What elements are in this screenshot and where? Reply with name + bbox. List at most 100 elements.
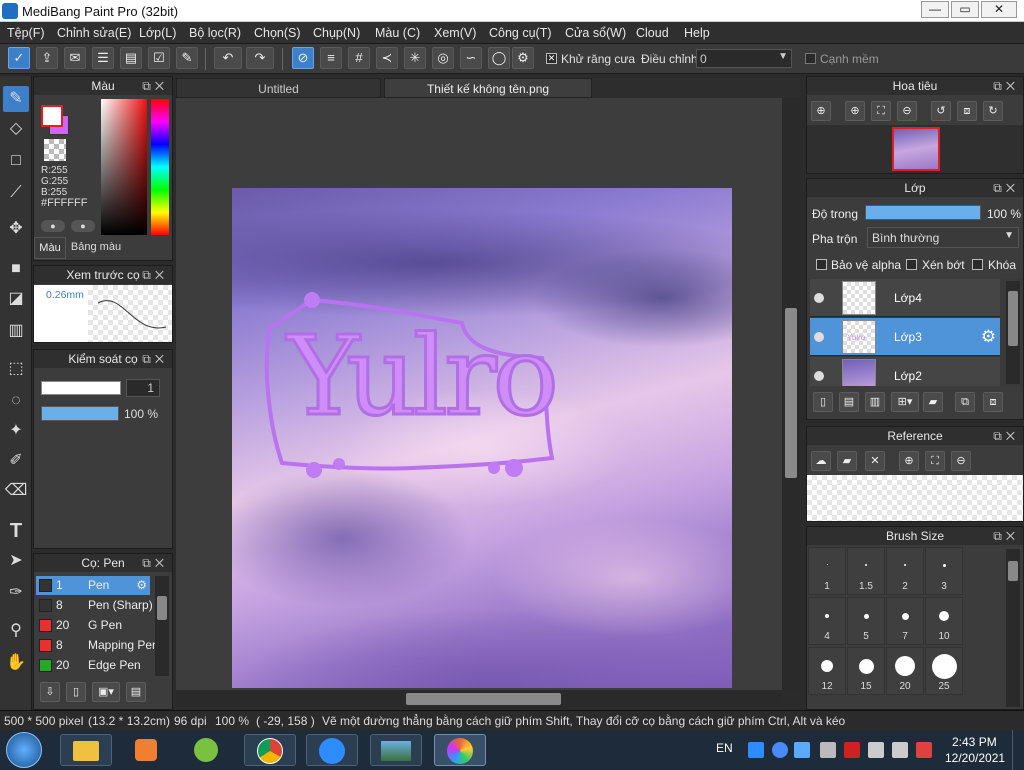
brush-size-12[interactable]: 12: [808, 647, 846, 695]
brush-row-pen-sharp[interactable]: 8 Pen (Sharp): [36, 596, 153, 615]
brush-size-value[interactable]: 1: [126, 379, 160, 397]
adjust-select[interactable]: 0 ▼: [696, 49, 792, 68]
layer-row-2[interactable]: Lớp2: [810, 357, 1000, 386]
snap-settings-gear-icon[interactable]: ⚙: [512, 47, 534, 69]
lasso-tool-icon[interactable]: ◌: [3, 388, 29, 414]
brush-size-4[interactable]: 4: [808, 597, 846, 645]
layer-row-4[interactable]: Lớp4: [810, 279, 1000, 317]
taskbar-media-player[interactable]: [120, 734, 172, 766]
brush-size-15[interactable]: 15: [847, 647, 885, 695]
visibility-icon[interactable]: [814, 371, 824, 381]
reference-image-area[interactable]: [807, 475, 1023, 521]
chat-icon[interactable]: ☰: [92, 47, 114, 69]
select-rect-tool-icon[interactable]: ⬚: [3, 356, 29, 382]
tray-network-tool-icon[interactable]: [820, 742, 836, 758]
hue-slider[interactable]: [151, 99, 169, 235]
layer-list-scrollbar[interactable]: [1006, 281, 1020, 384]
taskbar-chrome[interactable]: [244, 734, 296, 766]
reference-zoom-in-icon[interactable]: ⊕: [899, 451, 919, 471]
redo-icon[interactable]: ↷: [246, 47, 274, 69]
rotate-right-icon[interactable]: ↻: [983, 101, 1003, 121]
brush-size-1[interactable]: 1: [808, 547, 846, 595]
brush-size-7[interactable]: 7: [886, 597, 924, 645]
close-button[interactable]: ✕: [981, 1, 1017, 18]
tray-app-icon[interactable]: [794, 742, 810, 758]
brush-size-3[interactable]: 3: [925, 547, 963, 595]
reference-zoom-out-icon[interactable]: ⊖: [951, 451, 971, 471]
menu-filter[interactable]: Bộ lọc(R): [189, 26, 241, 40]
reference-cloud-icon[interactable]: ☁: [811, 451, 831, 471]
radial-snap-icon[interactable]: ≺: [376, 47, 398, 69]
brush-size-25[interactable]: 25: [925, 647, 963, 695]
operation-tool-icon[interactable]: ➤: [3, 548, 29, 574]
magic-wand-tool-icon[interactable]: ✦: [3, 418, 29, 444]
dot-tool-icon[interactable]: □: [3, 148, 29, 174]
reference-open-folder-icon[interactable]: ▰: [837, 451, 857, 471]
brush-row-g-pen[interactable]: 20 G Pen: [36, 616, 150, 635]
brush-size-2[interactable]: 2: [886, 547, 924, 595]
flip-icon[interactable]: ⧈: [957, 101, 977, 121]
new-layer-icon[interactable]: ▯: [813, 392, 833, 412]
tray-volume-icon[interactable]: [892, 742, 908, 758]
canvas-horizontal-scrollbar[interactable]: [176, 690, 782, 708]
select-pen-tool-icon[interactable]: ✐: [3, 448, 29, 474]
start-button[interactable]: [6, 732, 42, 768]
cross-snap-icon[interactable]: ✳: [404, 47, 426, 69]
comment-icon[interactable]: ✉: [64, 47, 86, 69]
maximize-button[interactable]: ▭: [951, 1, 979, 18]
checklist-icon[interactable]: ☑: [148, 47, 170, 69]
menu-view[interactable]: Xem(V): [434, 26, 476, 40]
foreground-color-swatch[interactable]: [41, 105, 63, 127]
new-halftone-layer-icon[interactable]: ▤: [839, 392, 859, 412]
taskbar-medibang[interactable]: [434, 734, 486, 766]
duplicate-layer-icon[interactable]: ⧉: [955, 392, 975, 412]
hand-tool-icon[interactable]: ✋: [3, 650, 29, 676]
visibility-icon[interactable]: [814, 332, 824, 342]
taskbar-app-green[interactable]: [180, 734, 232, 766]
text-tool-icon[interactable]: T: [3, 518, 29, 544]
lock-checkbox[interactable]: [972, 259, 983, 270]
brush-list-scrollbar[interactable]: [155, 576, 169, 676]
tray-network-icon[interactable]: [868, 742, 884, 758]
eraser-tool-icon[interactable]: ◇: [3, 116, 29, 142]
visibility-icon[interactable]: [814, 293, 824, 303]
brush-size-scrollbar[interactable]: [1006, 549, 1020, 707]
merge-layer-icon[interactable]: ⧈: [983, 392, 1003, 412]
document-icon[interactable]: ▤: [120, 47, 142, 69]
tray-zalo-icon[interactable]: [748, 742, 764, 758]
grid-snap-icon[interactable]: #: [348, 47, 370, 69]
divide-tool-icon[interactable]: ✑: [3, 580, 29, 606]
brush-size-10[interactable]: 10: [925, 597, 963, 645]
new-1bit-layer-icon[interactable]: ▥: [865, 392, 885, 412]
tab-palette[interactable]: Bảng màu: [68, 237, 124, 259]
taskbar-file-explorer[interactable]: [60, 734, 112, 766]
rotate-left-icon[interactable]: ↺: [931, 101, 951, 121]
show-desktop-button[interactable]: [1012, 730, 1024, 770]
zoom-in-icon[interactable]: ⊕: [811, 101, 831, 121]
tab-color[interactable]: Màu: [34, 237, 66, 259]
fill-rect-tool-icon[interactable]: ■: [3, 256, 29, 282]
reference-close-icon[interactable]: ✕: [865, 451, 885, 471]
layer-opacity-slider[interactable]: [865, 205, 981, 220]
navigator-thumbnail[interactable]: [892, 127, 940, 171]
taskbar-language[interactable]: EN: [716, 741, 733, 755]
layer-row-3[interactable]: Yulro Lớp3 ⚙: [810, 318, 1000, 356]
brush-delete-icon[interactable]: ▤: [126, 682, 146, 702]
menu-file[interactable]: Tệp(F): [7, 26, 45, 40]
graph-tool-icon[interactable]: ⟋: [3, 180, 29, 206]
layer-settings-gear-icon[interactable]: ⚙: [981, 327, 996, 347]
brush-row-edge-pen[interactable]: 20 Edge Pen: [36, 656, 150, 675]
protect-alpha-checkbox[interactable]: [816, 259, 827, 270]
select-eraser-tool-icon[interactable]: ⌫: [3, 478, 29, 504]
zoom-out-icon[interactable]: ⊖: [897, 101, 917, 121]
tray-zoom-icon[interactable]: [772, 742, 788, 758]
snap-off-icon[interactable]: ⊘: [292, 47, 314, 69]
tab-untitled[interactable]: Untitled: [176, 78, 381, 98]
concentric-snap-icon[interactable]: ◎: [432, 47, 454, 69]
folder-icon[interactable]: ▰: [923, 392, 943, 412]
brush-new-icon[interactable]: ▯: [66, 682, 86, 702]
drawing-canvas[interactable]: Yulro: [232, 188, 732, 688]
tab-design-png[interactable]: Thiết kế không tên.png: [384, 78, 592, 98]
antialias-checkbox[interactable]: ✕: [546, 53, 557, 64]
color-wheel-icon[interactable]: ●: [71, 220, 95, 232]
